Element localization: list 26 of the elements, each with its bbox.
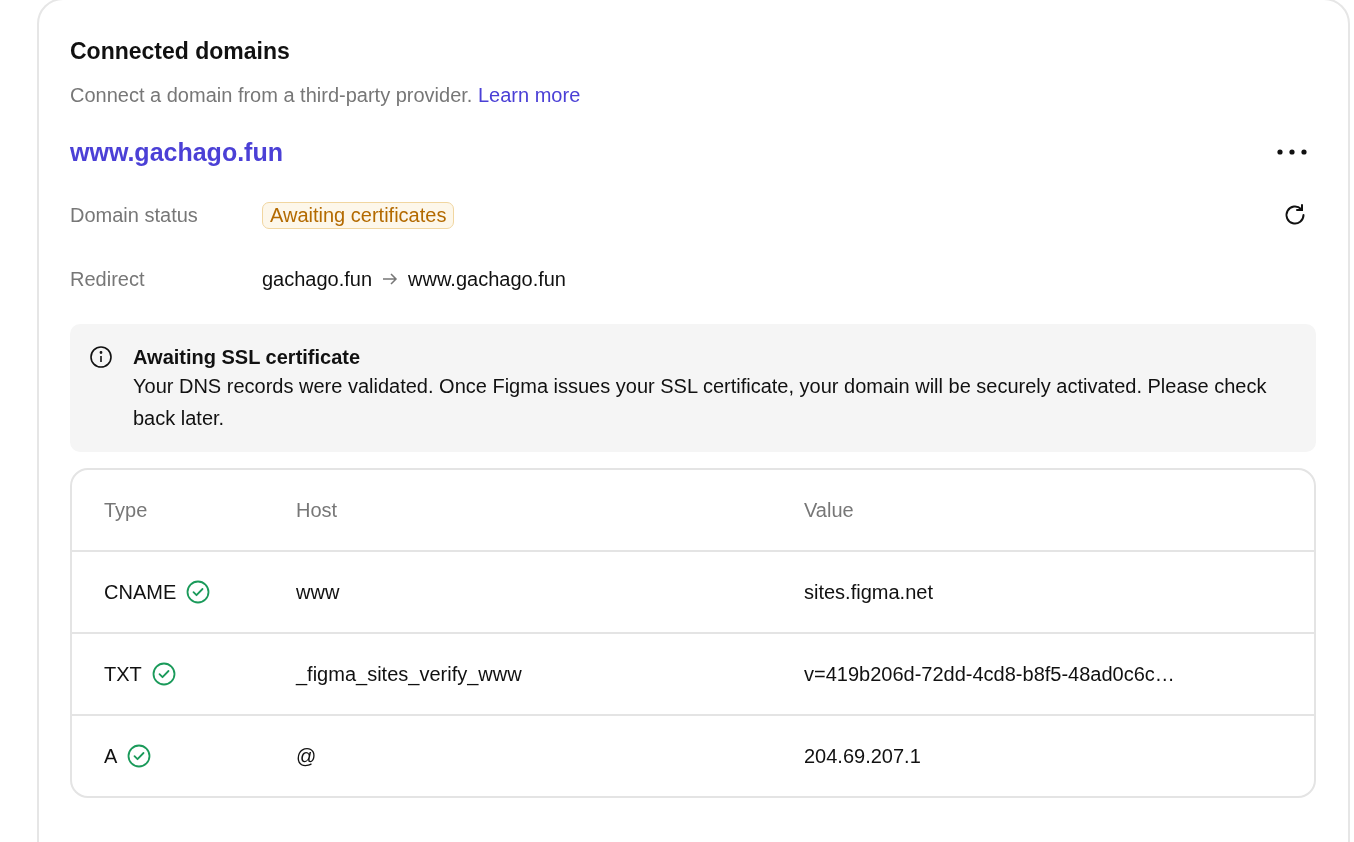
redirect-label: Redirect bbox=[70, 267, 146, 291]
domain-link[interactable]: www.gachago.fun bbox=[70, 136, 283, 168]
status-label: Domain status bbox=[70, 203, 199, 227]
redirect-source: gachago.fun bbox=[262, 267, 373, 291]
record-host: @ bbox=[296, 744, 318, 768]
info-icon bbox=[89, 345, 113, 369]
record-value: v=419b206d-72dd-4cd8-b8f5-48ad0c6c… bbox=[804, 662, 1176, 686]
column-header: Type bbox=[104, 498, 149, 522]
record-type: TXT bbox=[104, 662, 142, 686]
column-header: Host bbox=[296, 498, 339, 522]
record-value: sites.figma.net bbox=[804, 580, 934, 604]
more-options-icon[interactable] bbox=[1276, 148, 1308, 156]
record-host: www bbox=[296, 580, 341, 604]
status-badge: Awaiting certificates bbox=[262, 201, 455, 229]
learn-more-link[interactable]: Learn more bbox=[478, 84, 581, 106]
record-type: A bbox=[104, 744, 118, 768]
column-header: Value bbox=[804, 498, 855, 522]
record-value: 204.69.207.1 bbox=[804, 744, 922, 768]
section-title: Connected domains bbox=[70, 37, 291, 66]
notice-title: Awaiting SSL certificate bbox=[133, 345, 362, 370]
redirect-target: www.gachago.fun bbox=[408, 267, 566, 291]
record-host: _figma_sites_verify_www bbox=[296, 662, 523, 686]
arrow-right-icon bbox=[382, 272, 399, 286]
record-type: CNAME bbox=[104, 580, 177, 604]
notice-message: Your DNS records were validated. Once Figma issues your SSL certificate, your domain will be securely activated. Please check back later. bbox=[133, 374, 1268, 431]
section-description: Connect a domain from a third-party provider. bbox=[70, 84, 473, 106]
